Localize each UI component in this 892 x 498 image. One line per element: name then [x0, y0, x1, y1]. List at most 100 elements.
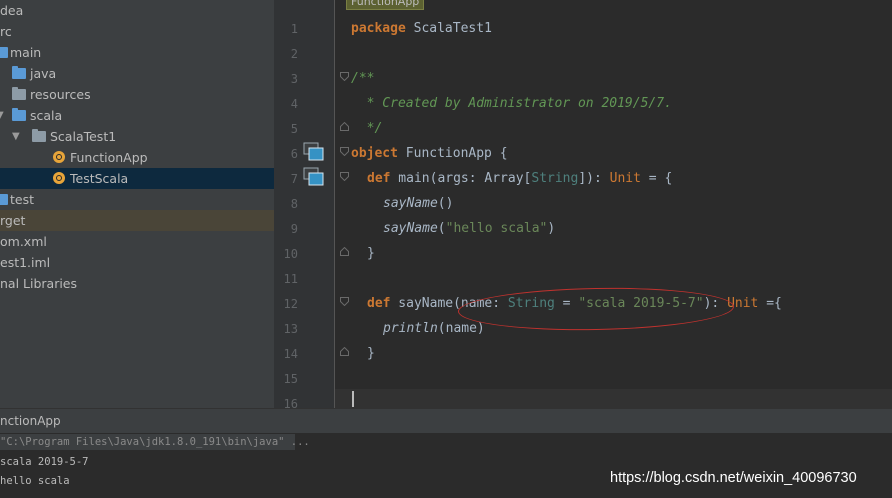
- method-call: sayName: [383, 196, 438, 211]
- tree-item-label: est1.iml: [0, 255, 51, 270]
- tree-item-functionapp[interactable]: FunctionApp: [0, 147, 274, 168]
- code-line-6[interactable]: object FunctionApp {: [351, 141, 508, 166]
- code-line-3[interactable]: /**: [351, 66, 374, 91]
- fold-collapse-icon[interactable]: [340, 172, 349, 181]
- fold-end-icon[interactable]: [340, 247, 349, 256]
- project-tree: dea rc main java resources ▼ scala ▼ Sca…: [0, 0, 274, 408]
- tree-item-iml[interactable]: est1.iml: [0, 252, 274, 273]
- resources-folder-icon: [12, 87, 26, 100]
- line-number: 7: [290, 172, 298, 186]
- tree-item-target[interactable]: rget: [0, 210, 274, 231]
- console-output-line: scala 2019-5-7: [0, 456, 89, 468]
- code-text: ScalaTest1: [405, 21, 492, 36]
- code-line-9[interactable]: sayName("hello scala"): [383, 216, 555, 241]
- code-text: (name): [437, 321, 485, 336]
- line-number: 10: [283, 247, 298, 261]
- run-tab-header[interactable]: nctionApp: [0, 408, 892, 433]
- keyword: def: [367, 296, 391, 311]
- tree-item-main[interactable]: main: [0, 42, 274, 63]
- tree-item-external-libraries[interactable]: nal Libraries: [0, 273, 274, 294]
- tree-item-java[interactable]: java: [0, 63, 274, 84]
- tree-item-label: test: [10, 192, 35, 207]
- string-literal: "hello scala": [445, 221, 548, 236]
- return-type: Unit: [609, 171, 641, 186]
- console-command[interactable]: "C:\Program Files\Java\jdk1.8.0_191\bin\…: [0, 436, 310, 448]
- tree-item-label: nal Libraries: [0, 276, 78, 291]
- method-call: sayName: [383, 221, 438, 236]
- tree-item-label: ScalaTest1: [50, 129, 117, 144]
- run-config-title[interactable]: nctionApp: [0, 414, 61, 428]
- line-number: 5: [290, 122, 298, 136]
- code-line-7[interactable]: def main(args: Array[String]): Unit = {: [367, 166, 672, 191]
- tree-item-resources[interactable]: resources: [0, 84, 274, 105]
- line-number: 16: [283, 397, 298, 408]
- run-gutter-icon[interactable]: [303, 167, 325, 187]
- tree-item-src[interactable]: rc: [0, 21, 274, 42]
- code-text: = {: [640, 171, 673, 186]
- line-number: 11: [283, 272, 298, 286]
- tree-item-label: rget: [0, 213, 26, 228]
- package-icon: [32, 129, 46, 142]
- code-text: ): [547, 221, 556, 236]
- code-text: ]):: [578, 171, 610, 186]
- text-caret: [352, 391, 354, 407]
- fold-end-icon[interactable]: [340, 347, 349, 356]
- current-line-highlight: [335, 389, 892, 408]
- code-line-1[interactable]: package ScalaTest1: [351, 16, 492, 41]
- fold-collapse-icon[interactable]: [340, 147, 349, 156]
- line-number: 4: [290, 97, 298, 111]
- tree-item-label: java: [30, 66, 57, 81]
- line-number: 9: [290, 222, 298, 236]
- line-number: 14: [283, 347, 298, 361]
- tree-item-testscala[interactable]: TestScala: [0, 168, 274, 189]
- tree-item-label: main: [10, 45, 42, 60]
- code-line-5[interactable]: */: [351, 116, 383, 141]
- line-number: 12: [283, 297, 298, 311]
- fold-end-icon[interactable]: [340, 122, 349, 131]
- code-text: (: [437, 221, 446, 236]
- tree-item-label: TestScala: [70, 171, 129, 186]
- code-line-14[interactable]: }: [367, 341, 375, 366]
- tree-item-scala[interactable]: ▼ scala: [0, 105, 274, 126]
- tree-item-label: dea: [0, 3, 24, 18]
- keyword: object: [351, 146, 398, 161]
- tree-item-label: rc: [0, 24, 12, 39]
- watermark: https://blog.csdn.net/weixin_40096730: [610, 470, 857, 486]
- source-folder-icon: [12, 108, 26, 121]
- code-line-10[interactable]: }: [367, 241, 375, 266]
- code-editor[interactable]: FunctionApp 1 2 3 4 5 6 7 8 9 10 11 12 1…: [274, 0, 892, 408]
- code-text: main(args: Array[: [390, 171, 532, 186]
- line-number: 2: [290, 47, 298, 61]
- source-folder-icon: [12, 66, 26, 79]
- line-number: 1: [290, 22, 298, 36]
- run-gutter-icon[interactable]: [303, 142, 325, 162]
- object-icon: [53, 151, 65, 163]
- code-text: FunctionApp {: [397, 146, 508, 161]
- code-line-4[interactable]: * Created by Administrator on 2019/5/7.: [351, 91, 672, 116]
- fold-collapse-icon[interactable]: [340, 297, 349, 306]
- chevron-down-icon[interactable]: ▼: [12, 126, 20, 147]
- tree-item-test[interactable]: test: [0, 189, 274, 210]
- breadcrumb[interactable]: FunctionApp: [346, 0, 425, 10]
- line-number: 6: [290, 147, 298, 161]
- line-number: 8: [290, 197, 298, 211]
- type-name: String: [531, 171, 579, 186]
- line-number: 3: [290, 72, 298, 86]
- tree-item-scalatest1[interactable]: ▼ ScalaTest1: [0, 126, 274, 147]
- fold-collapse-icon[interactable]: [340, 72, 349, 81]
- code-line-8[interactable]: sayName(): [383, 191, 453, 216]
- code-text: ={: [758, 296, 782, 311]
- folder-icon: [0, 194, 8, 205]
- keyword: def: [367, 171, 391, 186]
- tree-item-label: scala: [30, 108, 63, 123]
- line-number: 13: [283, 322, 298, 336]
- tree-item-label: FunctionApp: [70, 150, 148, 165]
- tree-item-idea[interactable]: dea: [0, 0, 274, 21]
- tree-item-label: resources: [30, 87, 91, 102]
- chevron-down-icon[interactable]: ▼: [0, 105, 4, 126]
- method-call: println: [383, 321, 438, 336]
- tree-item-pom[interactable]: om.xml: [0, 231, 274, 252]
- keyword: package: [351, 21, 406, 36]
- object-icon: [53, 172, 65, 184]
- folder-icon: [0, 47, 8, 58]
